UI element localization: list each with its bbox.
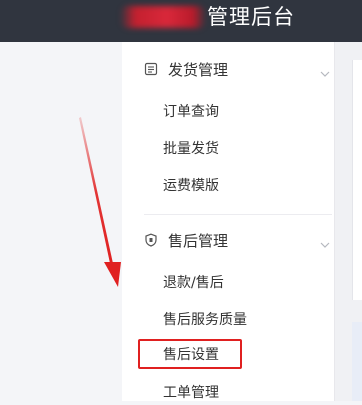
red-arrow-annotation: [79, 117, 121, 287]
